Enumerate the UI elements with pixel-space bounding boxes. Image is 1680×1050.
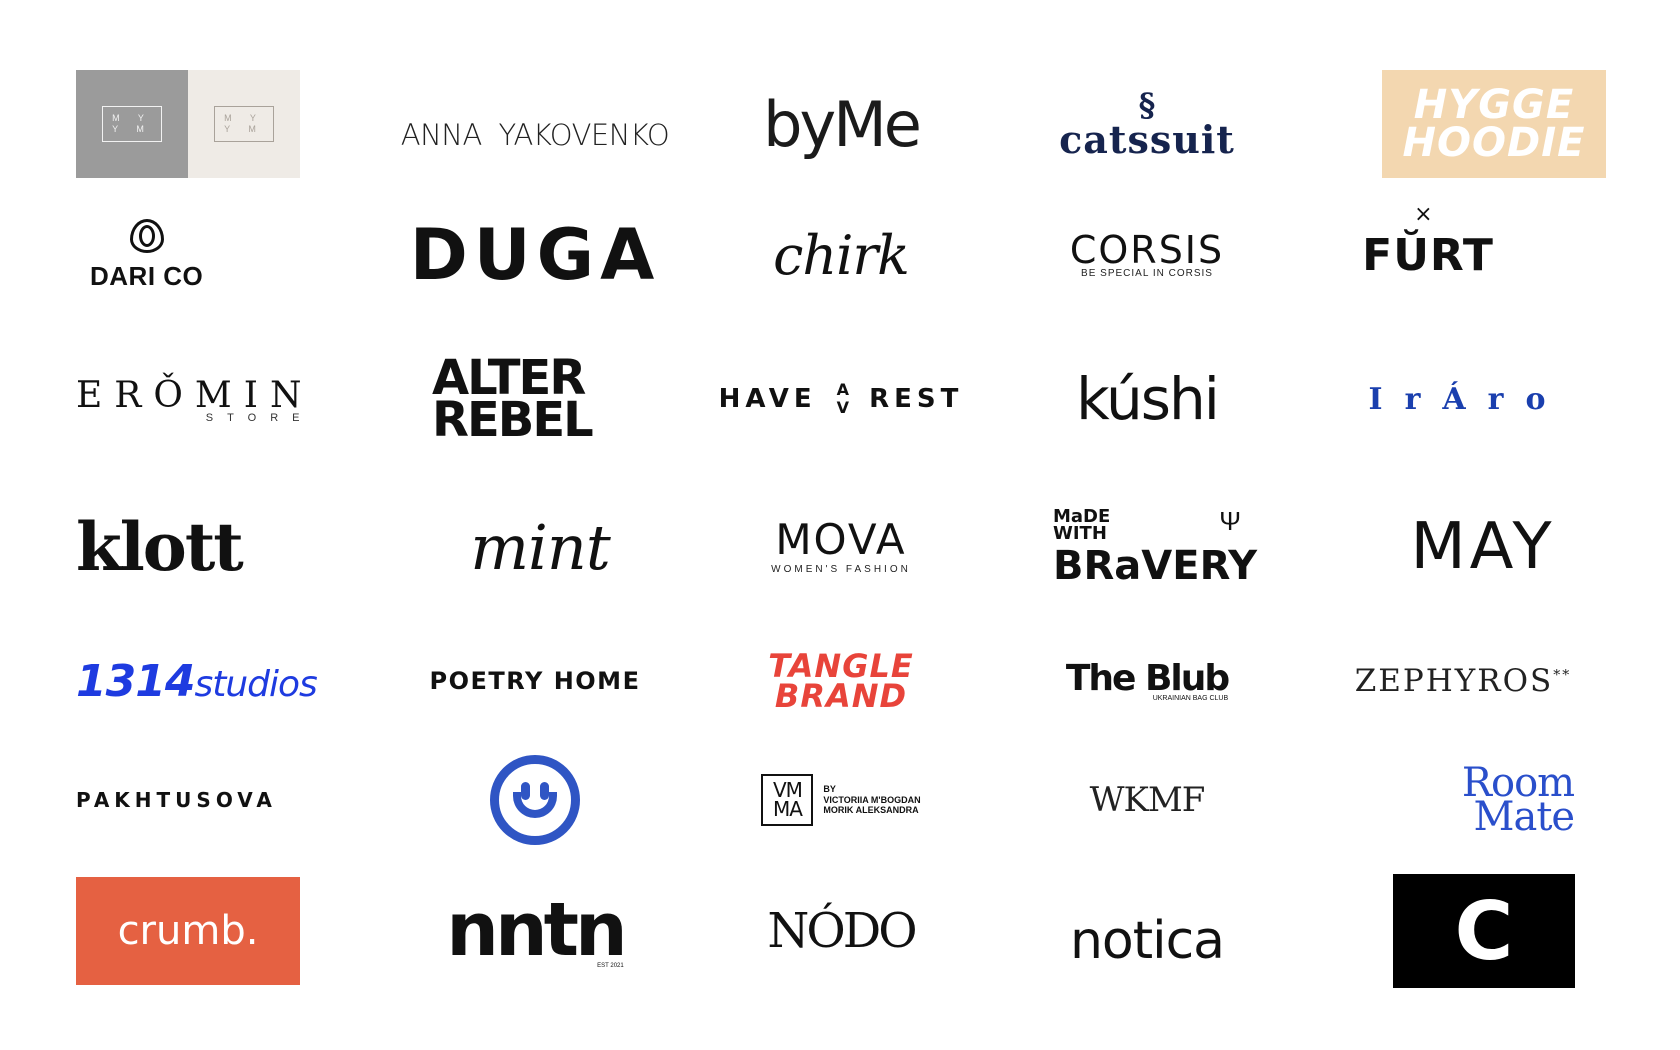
logo-cell-catssuit: § catssuit (994, 63, 1300, 185)
kushi-logo: kúshi (1076, 365, 1220, 433)
logo-cell-c: C (1300, 859, 1606, 1003)
may-logo: MAY (1410, 510, 1556, 584)
arrows-icon: A V (836, 380, 850, 417)
notica-logo: notica (1069, 911, 1225, 971)
logo-cell-byme: byMe (688, 63, 994, 185)
alter-rebel-logo: ALTER REBEL (432, 349, 594, 448)
room-mate-logo: Room Mate (1461, 760, 1575, 840)
logo-cell-tangle-brand: TANGLE BRAND (688, 621, 994, 741)
the-blub-logo: The Blub UKRAINIAN BAG CLUB (1065, 657, 1230, 702)
duga-logo: DUGA (409, 214, 661, 296)
logo-cell-mint: mint (382, 473, 688, 621)
logo-cell-crumb: crumb. (76, 859, 382, 1003)
pakhtusova-logo: PAKHTUSOVA (76, 788, 277, 812)
logo-cell-kushi: kúshi (994, 325, 1300, 473)
logo-cell-eromin: ERǑMIN STORE (76, 325, 382, 473)
eromin-logo: ERǑMIN STORE (76, 374, 314, 424)
mym-monogram-dark: M Y Y M (102, 106, 162, 142)
tangle-brand-logo: TANGLE BRAND (768, 646, 914, 715)
chirk-logo: chirk (773, 223, 910, 287)
logo-cell-pakhtusova: PAKHTUSOVA (76, 741, 382, 859)
mova-logo: MOVA WOMEN'S FASHION (771, 515, 911, 575)
logo-cell-nodo: NÓDO (688, 859, 994, 1003)
logo-cell-notica: notica (994, 859, 1300, 1003)
mym-monogram-light: M Y Y M (214, 106, 274, 142)
have-a-rest-logo: HAVE A V REST (718, 380, 964, 417)
mym-logo: M Y Y M M Y Y M (76, 70, 300, 178)
logo-cell-made-with-bravery: MaDE WITH BRaVERY Ψ (994, 473, 1300, 621)
logo-cell-chirk: chirk (688, 185, 994, 325)
logo-cell-have-a-rest: HAVE A V REST (688, 325, 994, 473)
logo-cell-mova: MOVA WOMEN'S FASHION (688, 473, 994, 621)
trident-icon: Ψ (1219, 505, 1241, 536)
logo-cell-smiley (382, 741, 688, 859)
cross-icon: × (1414, 201, 1434, 227)
byme-logo: byMe (763, 87, 922, 161)
logo-cell-zephyros: ZEPHYROS** (1300, 621, 1606, 741)
logo-cell-may: MAY (1300, 473, 1606, 621)
logo-cell-dari-co: DARI CO (76, 185, 382, 325)
logo-cell-corsis: CORSIS BE SPECIAL IN CORSIS (994, 185, 1300, 325)
c-logo: C (1393, 874, 1575, 988)
logo-cell-wkmf: WKMF (994, 741, 1300, 859)
logo-cell-furt: × FŬRT (1300, 185, 1606, 325)
logo-cell-poetry-home: POETRY HOME (382, 621, 688, 741)
anna-yakovenko-logo: ANNA YAKOVENKO (400, 118, 670, 152)
logo-cell-iraro: IrÁro (1300, 325, 1606, 473)
wkmf-logo: WKMF (1089, 780, 1206, 820)
catssuit-logo: § catssuit (1059, 86, 1235, 162)
poetry-home-logo: POETRY HOME (429, 667, 641, 695)
logo-cell-nntn: nntn EST 2021 (382, 859, 688, 1003)
logo-cell-1314studios: 1314studios (76, 621, 382, 741)
vmma-monogram: VM MA (761, 774, 814, 826)
dari-co-logo: DARI CO (90, 218, 203, 292)
mint-logo: mint (470, 510, 610, 584)
drop-icon (129, 218, 164, 253)
logo-cell-klott: klott (76, 473, 382, 621)
iraro-logo: IrÁro (1368, 381, 1568, 417)
crumb-logo: crumb. (76, 877, 300, 985)
logo-cell-alter-rebel: ALTER REBEL (382, 325, 688, 473)
nntn-logo: nntn EST 2021 (446, 887, 627, 973)
smiley-face-icon (490, 755, 580, 845)
logo-cell-room-mate: Room Mate (1300, 741, 1606, 859)
logo-cell-mym: M Y Y M M Y Y M (76, 63, 382, 185)
hygge-hoodie-logo: HYGGE HOODIE (1382, 70, 1606, 178)
zephyros-logo: ZEPHYROS** (1354, 663, 1572, 699)
logo-cell-vmma: VM MA BY VICTORIIA M'BOGDAN MORIK ALEKSA… (688, 741, 994, 859)
logo-cell-hygge-hoodie: HYGGE HOODIE (1300, 63, 1606, 185)
1314studios-logo: 1314studios (76, 655, 318, 707)
made-with-bravery-logo: MaDE WITH BRaVERY Ψ (1053, 505, 1258, 590)
corsis-logo: CORSIS BE SPECIAL IN CORSIS (1069, 228, 1225, 279)
stars-icon: ** (1553, 667, 1572, 684)
klott-logo: klott (76, 508, 244, 586)
nodo-logo: NÓDO (767, 903, 917, 959)
logo-cell-the-blub: The Blub UKRAINIAN BAG CLUB (994, 621, 1300, 741)
logo-cell-anna-yakovenko: ANNA YAKOVENKO (382, 63, 688, 185)
logo-grid: M Y Y M M Y Y M ANNA YAKOVENKO byMe § ca… (76, 63, 1606, 1003)
logo-cell-duga: DUGA (382, 185, 688, 325)
vmma-logo: VM MA BY VICTORIIA M'BOGDAN MORIK ALEKSA… (761, 774, 921, 826)
furt-logo: × FŬRT (1362, 201, 1494, 281)
